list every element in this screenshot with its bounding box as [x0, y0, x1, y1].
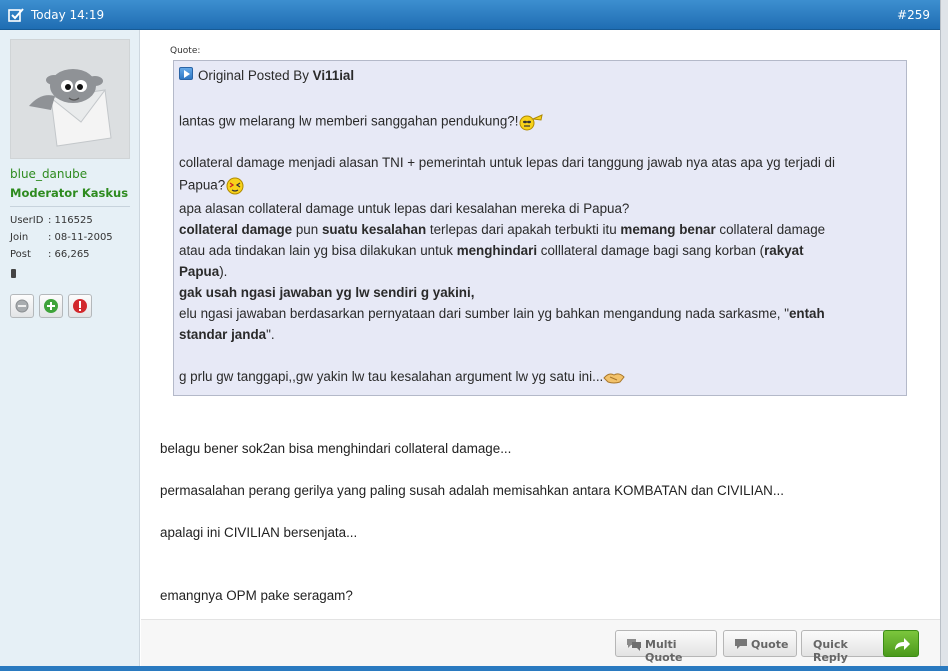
quote-text: colllateral damage bagi sang korban ( — [537, 243, 765, 258]
quote-line: lantas gw melarang lw memberi sanggahan … — [179, 113, 544, 131]
quote-bold: rakyat — [764, 243, 804, 258]
quote-text: ". — [266, 327, 275, 342]
quote-bold: collateral damage — [179, 222, 293, 237]
stat-label: Join — [10, 232, 29, 243]
message-line: apalagi ini CIVILIAN bersenjata... — [160, 525, 358, 540]
quote-text: lantas gw melarang lw memberi sanggahan … — [179, 113, 519, 129]
quote-text: g prlu gw tanggapi,,gw yakin lw tau kesa… — [179, 369, 604, 384]
quote-line: collateral damage pun suatu kesalahan te… — [179, 222, 825, 237]
quote-line: Papua? — [179, 176, 245, 196]
avatar[interactable] — [10, 39, 130, 159]
stat-label: Post — [10, 249, 31, 260]
view-post-icon[interactable] — [179, 67, 193, 80]
quote-label: Quote — [751, 638, 789, 651]
multi-quote-icon — [627, 639, 641, 651]
quote-label: Quote: — [170, 46, 201, 56]
report-icon[interactable] — [68, 294, 92, 318]
quote-box: Original Posted By Vi11ial lantas gw mel… — [173, 60, 907, 396]
quote-icon — [735, 639, 747, 649]
quote-line: g prlu gw tanggapi,,gw yakin lw tau kesa… — [179, 369, 625, 385]
stat-value: : 116525 — [48, 215, 93, 226]
username-link[interactable]: blue_danube — [10, 167, 87, 181]
quote-text: pun — [292, 222, 322, 237]
quote-author: Vi11ial — [312, 68, 355, 83]
user-title: Moderator Kaskus — [10, 186, 129, 200]
quote-posted-by: Original Posted By Vi11ial — [198, 68, 354, 83]
bottom-border — [0, 666, 948, 671]
quick-reply-label: Quick Reply — [813, 638, 848, 664]
quote-line: standar janda". — [179, 327, 275, 342]
quote-line: collateral damage menjadi alasan TNI + p… — [179, 155, 835, 170]
divider — [10, 206, 130, 207]
quote-text: elu ngasi jawaban berdasarkan pernyataan… — [179, 306, 789, 321]
multi-quote-button[interactable]: Multi Quote — [615, 630, 717, 664]
post-header: Today 14:19 #259 — [0, 0, 940, 30]
quote-text: collateral damage — [715, 222, 826, 237]
quote-text: ). — [219, 264, 228, 279]
message-line: permasalahan perang gerilya yang paling … — [160, 483, 784, 498]
stat-post: Post : 66,265 — [10, 249, 90, 260]
quote-line: elu ngasi jawaban berdasarkan pernyataan… — [179, 306, 825, 321]
default-avatar-icon — [11, 40, 129, 158]
scrollbar-edge — [940, 0, 948, 671]
quote-bold: memang benar — [620, 222, 716, 237]
message-line: emangnya OPM pake seragam? — [160, 588, 353, 603]
reply-arrow-button[interactable] — [883, 630, 919, 657]
post-content: Quote: Original Posted By Vi11ial lantas… — [141, 30, 940, 666]
disagree-smiley-icon — [519, 114, 544, 131]
status-offline-icon[interactable] — [10, 294, 34, 318]
quote-line: atau ada tindakan lain yg bisa dilakukan… — [179, 243, 804, 258]
stat-value: : 08-11-2005 — [48, 232, 113, 243]
quote-line: gak usah ngasi jawaban yg lw sendiri g y… — [179, 285, 474, 300]
quick-reply-button[interactable]: Quick Reply — [801, 630, 887, 664]
quote-button[interactable]: Quote — [723, 630, 797, 657]
stat-value: : 66,265 — [48, 249, 90, 260]
multi-quote-label: Multi Quote — [645, 638, 683, 664]
post-action-bar: Multi Quote Quote Quick Reply — [141, 619, 940, 666]
post-number-link[interactable]: #259 — [897, 8, 930, 22]
user-info-panel: blue_danube Moderator Kaskus UserID : 116… — [0, 30, 140, 666]
stat-join: Join : 08-11-2005 — [10, 232, 113, 243]
checkbox-icon — [8, 8, 24, 22]
quote-text: terlepas dari apakah terbukti itu — [426, 222, 621, 237]
quote-bold: menghindari — [456, 243, 538, 258]
add-reputation-icon[interactable] — [39, 294, 63, 318]
quote-text: atau ada tindakan lain yg bisa dilakukan… — [179, 243, 457, 258]
quote-bold: standar janda — [179, 327, 267, 342]
quote-bold: gak usah ngasi jawaban yg lw sendiri g y… — [179, 285, 475, 300]
reply-arrow-icon — [895, 638, 910, 650]
quote-line: Papua). — [179, 264, 227, 279]
post-date: Today 14:19 — [31, 8, 105, 22]
posted-by-prefix: Original Posted By — [198, 68, 309, 83]
quote-bold: entah — [788, 306, 825, 321]
quote-bold: suatu kesalahan — [321, 222, 427, 237]
stat-label: UserID — [10, 215, 44, 226]
dizzy-smiley-icon — [226, 177, 244, 195]
message-line: belagu bener sok2an bisa menghindari col… — [160, 441, 512, 456]
reputation-bar-icon — [11, 269, 16, 278]
handshake-icon — [603, 373, 625, 384]
quote-line: apa alasan collateral damage untuk lepas… — [179, 201, 630, 216]
quote-bold: Papua — [179, 264, 220, 279]
stat-userid: UserID : 116525 — [10, 215, 93, 226]
quote-text: Papua? — [179, 177, 226, 193]
